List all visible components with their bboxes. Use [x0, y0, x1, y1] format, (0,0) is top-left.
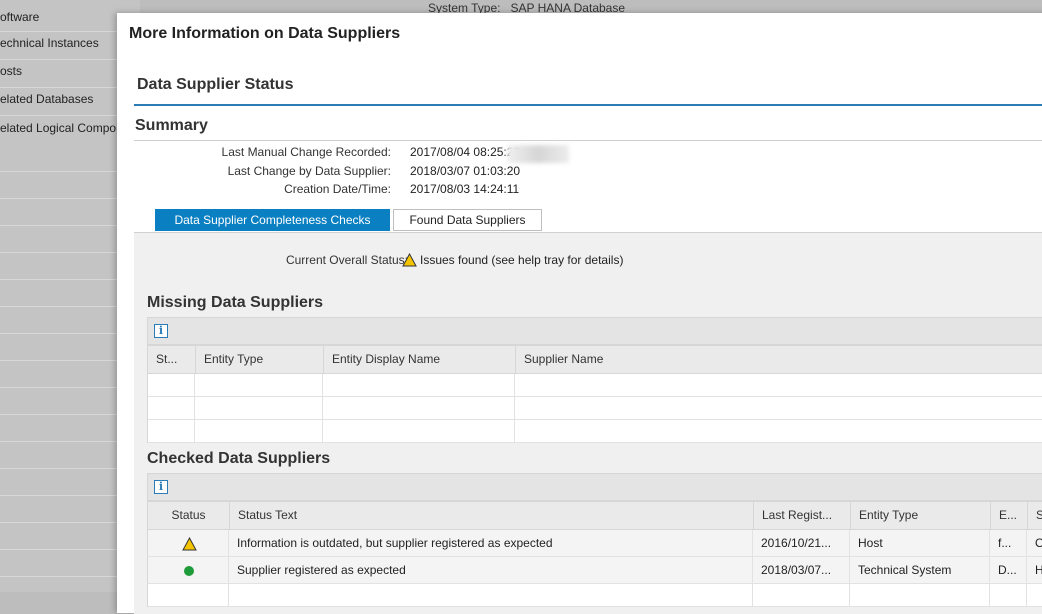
table-cell — [195, 397, 323, 419]
summary-last-change-supplier: Last Change by Data Supplier: 2018/03/07… — [134, 164, 734, 182]
table-cell — [195, 420, 323, 442]
table-cell — [195, 374, 323, 396]
supplier-cell: O — [1035, 536, 1042, 550]
table-cell — [229, 584, 753, 606]
summary-title: Summary — [135, 117, 208, 134]
table-cell — [323, 420, 515, 442]
missing-suppliers-title: Missing Data Suppliers — [147, 294, 324, 311]
table-row[interactable]: Supplier registered as expected 2018/03/… — [147, 557, 1042, 584]
status-text-cell: Supplier registered as expected — [229, 557, 753, 583]
sidebar-item-label: osts — [0, 64, 23, 78]
redacted-value — [507, 145, 569, 163]
status-ok-icon — [184, 565, 194, 576]
info-icon[interactable]: i — [154, 324, 168, 338]
last-registered-cell: 2016/10/21... — [753, 530, 850, 556]
sidebar-item-label: oftware — [0, 10, 40, 24]
table-row[interactable] — [147, 374, 1042, 397]
sidebar-item-label: echnical Instances — [0, 36, 99, 50]
summary-value: 2018/03/07 01:03:20 — [410, 164, 521, 178]
column-header-last-registered[interactable]: Last Regist... — [754, 502, 851, 529]
table-row[interactable] — [147, 420, 1042, 443]
entity-type-cell: Host — [850, 530, 990, 556]
missing-suppliers-toolbar: i — [147, 317, 1042, 345]
tab-completeness-checks[interactable]: Data Supplier Completeness Checks — [155, 209, 390, 231]
column-header-entity-type[interactable]: Entity Type — [196, 346, 324, 373]
table-cell — [148, 374, 195, 396]
section-divider — [134, 104, 1042, 106]
table-cell — [323, 397, 515, 419]
table-row[interactable] — [147, 397, 1042, 420]
table-cell — [148, 584, 229, 606]
table-cell — [753, 584, 850, 606]
table-cell — [850, 584, 990, 606]
column-header-status[interactable]: St... — [148, 346, 196, 373]
summary-creation-date: Creation Date/Time: 2017/08/03 14:24:11 — [134, 182, 734, 200]
entity-cell: D... — [990, 557, 1027, 583]
column-header-status-text[interactable]: Status Text — [230, 502, 754, 529]
overall-status: Current Overall Status: Issues found (se… — [134, 252, 634, 271]
table-cell — [148, 420, 195, 442]
overall-status-value: Issues found (see help tray for details) — [420, 253, 624, 267]
overall-status-label: Current Overall Status: — [285, 253, 408, 267]
checked-suppliers-toolbar: i — [147, 473, 1042, 501]
tab-found-data-suppliers[interactable]: Found Data Suppliers — [393, 209, 542, 231]
checked-suppliers-title: Checked Data Suppliers — [147, 450, 331, 467]
supplier-cell: H — [1035, 563, 1042, 577]
table-row[interactable]: Information is outdated, but supplier re… — [147, 530, 1042, 557]
info-icon[interactable]: i — [154, 480, 168, 494]
summary-last-manual-change: Last Manual Change Recorded: 2017/08/04 … — [134, 145, 734, 163]
entity-type-cell: Technical System — [850, 557, 990, 583]
table-cell — [323, 374, 515, 396]
table-cell — [148, 397, 195, 419]
summary-divider — [134, 140, 1042, 141]
entity-cell: f... — [990, 530, 1027, 556]
sidebar-item-label: elated Databases — [0, 92, 94, 106]
summary-label: Last Change by Data Supplier: — [227, 164, 391, 178]
column-header-entity-display-name[interactable]: Entity Display Name — [324, 346, 516, 373]
column-header-status[interactable]: Status — [148, 502, 230, 529]
last-registered-cell: 2018/03/07... — [753, 557, 850, 583]
summary-value: 2017/08/03 14:24:11 — [410, 182, 520, 196]
missing-suppliers-header: St... Entity Type Entity Display Name Su… — [147, 345, 1042, 374]
column-header-entity-type[interactable]: Entity Type — [851, 502, 991, 529]
column-header-entity[interactable]: E... — [991, 502, 1028, 529]
section-title: Data Supplier Status — [137, 76, 294, 93]
summary-label: Last Manual Change Recorded: — [221, 145, 391, 159]
warning-icon — [148, 530, 229, 556]
status-cell — [148, 557, 229, 583]
table-row[interactable] — [147, 584, 1042, 607]
summary-label: Creation Date/Time: — [284, 182, 391, 196]
dialog-title: More Information on Data Suppliers — [129, 25, 401, 42]
summary-value: 2017/08/04 08:25:20 — [410, 145, 521, 159]
table-cell — [990, 584, 1027, 606]
data-suppliers-dialog: More Information on Data Suppliers Data … — [117, 13, 1042, 614]
column-header-supplier[interactable]: S — [1028, 502, 1042, 529]
tab-panel: Current Overall Status: Issues found (se… — [134, 232, 1042, 614]
warning-icon — [402, 252, 417, 270]
status-text-cell: Information is outdated, but supplier re… — [229, 530, 753, 556]
column-header-supplier-name[interactable]: Supplier Name — [516, 346, 1042, 373]
checked-suppliers-header: Status Status Text Last Regist... Entity… — [147, 501, 1042, 530]
